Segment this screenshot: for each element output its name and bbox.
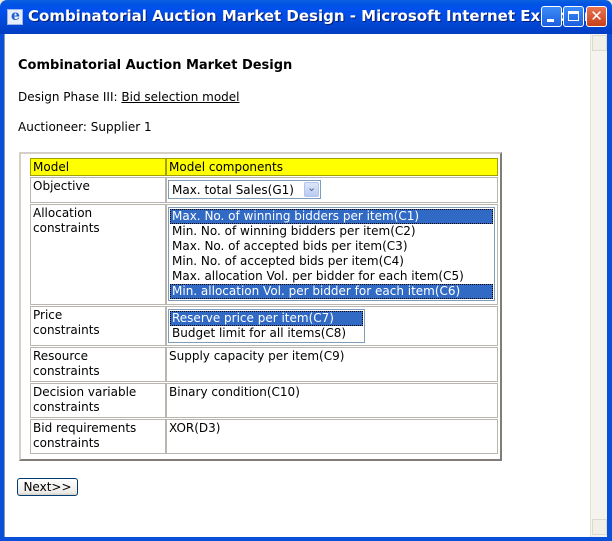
window-frame-right — [607, 34, 612, 541]
vertical-scrollbar[interactable] — [590, 34, 607, 537]
close-icon: ✕ — [590, 7, 603, 25]
price-label-line2: constraints — [33, 323, 100, 337]
allocation-label-line2: constraints — [33, 221, 100, 235]
next-button[interactable]: Next>> — [17, 478, 78, 496]
decision-value: Binary condition(C10) — [166, 383, 498, 418]
browser-window: e Combinatorial Auction Market Design - … — [0, 0, 612, 541]
price-listbox[interactable]: Reserve price per item(C7) Budget limit … — [168, 309, 365, 343]
chevron-down-icon[interactable]: ⌄ — [304, 181, 319, 197]
allocation-label: Allocation constraints — [30, 204, 166, 305]
allocation-option-c2[interactable]: Min. No. of winning bidders per item(C2) — [170, 224, 493, 239]
price-cell: Reserve price per item(C7) Budget limit … — [166, 306, 498, 346]
minimize-icon — [547, 19, 554, 22]
objective-dropdown[interactable]: Max. total Sales(G1) ⌄ — [168, 180, 321, 199]
decision-label-line1: Decision variable — [33, 385, 137, 399]
price-option-c8[interactable]: Budget limit for all items(C8) — [170, 326, 363, 341]
objective-label: Objective — [30, 177, 166, 203]
price-label-line1: Price — [33, 308, 63, 322]
allocation-option-c6[interactable]: Min. allocation Vol. per bidder for each… — [170, 284, 493, 299]
allocation-option-c5[interactable]: Max. allocation Vol. per bidder for each… — [170, 269, 493, 284]
resource-value: Supply capacity per item(C9) — [166, 347, 498, 382]
scroll-up-arrow-icon[interactable] — [592, 35, 607, 51]
window-frame-bottom — [0, 537, 612, 541]
decision-label: Decision variable constraints — [30, 383, 166, 418]
header-model: Model — [30, 158, 166, 176]
title-bar[interactable]: e Combinatorial Auction Market Design - … — [0, 0, 612, 34]
auctioneer-text: Auctioneer: Supplier 1 — [18, 120, 152, 134]
header-model-components: Model components — [166, 158, 498, 176]
allocation-label-line1: Allocation — [33, 206, 93, 220]
bid-requirements-value: XOR(D3) — [166, 419, 498, 454]
price-label: Price constraints — [30, 306, 166, 346]
bid-requirements-label-line1: Bid requirements — [33, 421, 137, 435]
scroll-down-arrow-icon[interactable] — [592, 519, 607, 535]
maximize-button[interactable] — [563, 6, 584, 27]
page-content: Combinatorial Auction Market Design Desi… — [4, 34, 590, 537]
design-phase: Design Phase III: Bid selection model — [18, 90, 240, 104]
bid-requirements-label-line2: constraints — [33, 436, 100, 450]
close-button[interactable]: ✕ — [586, 6, 607, 27]
price-option-c7[interactable]: Reserve price per item(C7) — [170, 311, 363, 326]
bid-requirements-label: Bid requirements constraints — [30, 419, 166, 454]
resource-label-line1: Resource — [33, 349, 89, 363]
allocation-option-c3[interactable]: Max. No. of accepted bids per item(C3) — [170, 239, 493, 254]
objective-dropdown-value: Max. total Sales(G1) — [172, 183, 294, 197]
decision-label-line2: constraints — [33, 400, 100, 414]
objective-cell: Max. total Sales(G1) ⌄ — [166, 177, 498, 203]
allocation-cell: Max. No. of winning bidders per item(C1)… — [166, 204, 498, 305]
model-table: Model Model components Objective Max. to… — [19, 152, 502, 461]
ie-icon: e — [7, 8, 23, 25]
minimize-button[interactable] — [541, 6, 562, 27]
allocation-listbox[interactable]: Max. No. of winning bidders per item(C1)… — [168, 207, 495, 301]
allocation-option-c1[interactable]: Max. No. of winning bidders per item(C1) — [170, 209, 493, 224]
page-title: Combinatorial Auction Market Design — [18, 58, 293, 73]
maximize-icon — [568, 11, 579, 21]
resource-label: Resource constraints — [30, 347, 166, 382]
window-title: Combinatorial Auction Market Design - Mi… — [28, 7, 592, 25]
design-phase-label: Design Phase III: — [18, 90, 122, 104]
bid-selection-model-link[interactable]: Bid selection model — [121, 90, 239, 104]
allocation-option-c4[interactable]: Min. No. of accepted bids per item(C4) — [170, 254, 493, 269]
resource-label-line2: constraints — [33, 364, 100, 378]
